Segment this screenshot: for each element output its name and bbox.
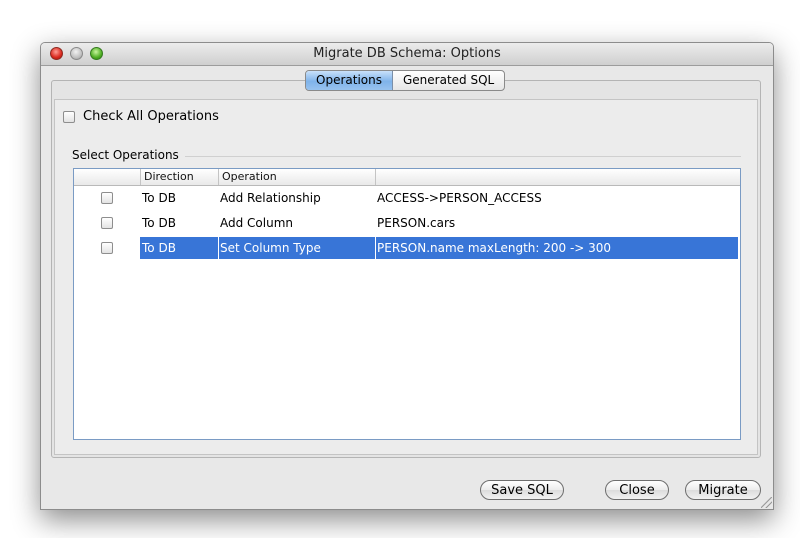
tab-operations[interactable]: Operations <box>306 71 393 90</box>
migrate-dialog-window: Migrate DB Schema: Options Operations Ge… <box>40 42 774 510</box>
row-detail: PERSON.name maxLength: 200 -> 300 <box>377 241 612 255</box>
row-checkbox[interactable] <box>101 217 113 229</box>
table-row[interactable]: To DB Add Relationship ACCESS->PERSON_AC… <box>74 186 740 210</box>
save-sql-button[interactable]: Save SQL <box>480 480 564 500</box>
migrate-button[interactable]: Migrate <box>685 480 761 500</box>
row-checkbox-cell <box>74 211 140 235</box>
column-header-detail[interactable] <box>375 169 740 185</box>
check-all-checkbox[interactable] <box>63 110 75 123</box>
row-detail: PERSON.cars <box>377 216 456 230</box>
operations-table[interactable]: Direction Operation To DB Add Relationsh… <box>73 168 741 440</box>
column-header-direction[interactable]: Direction <box>140 169 218 185</box>
tab-generated-sql[interactable]: Generated SQL <box>393 71 504 90</box>
select-operations-label: Select Operations <box>72 148 185 162</box>
title-bar[interactable]: Migrate DB Schema: Options <box>41 43 773 66</box>
table-row-selected[interactable]: To DB Set Column Type PERSON.name maxLen… <box>74 236 740 260</box>
table-header: Direction Operation <box>74 169 740 186</box>
row-direction: To DB <box>142 191 176 205</box>
row-operation: Add Relationship <box>220 191 321 205</box>
tab-bar: Operations Generated SQL <box>305 70 506 91</box>
row-operation: Set Column Type <box>220 241 321 255</box>
row-checkbox[interactable] <box>101 242 113 254</box>
row-checkbox-cell <box>74 186 140 210</box>
row-direction: To DB <box>142 241 176 255</box>
row-operation: Add Column <box>220 216 294 230</box>
row-checkbox-cell <box>74 236 140 260</box>
resize-grip-icon[interactable] <box>761 497 772 508</box>
table-row[interactable]: To DB Add Column PERSON.cars <box>74 211 740 235</box>
close-button[interactable]: Close <box>605 480 669 500</box>
column-header-operation[interactable]: Operation <box>218 169 375 185</box>
row-detail: ACCESS->PERSON_ACCESS <box>377 191 542 205</box>
check-all-label: Check All Operations <box>83 109 219 124</box>
check-all-operations[interactable]: Check All Operations <box>63 109 219 124</box>
column-header-select[interactable] <box>74 169 140 185</box>
row-direction: To DB <box>142 216 176 230</box>
window-title: Migrate DB Schema: Options <box>313 46 501 61</box>
row-checkbox[interactable] <box>101 192 113 204</box>
